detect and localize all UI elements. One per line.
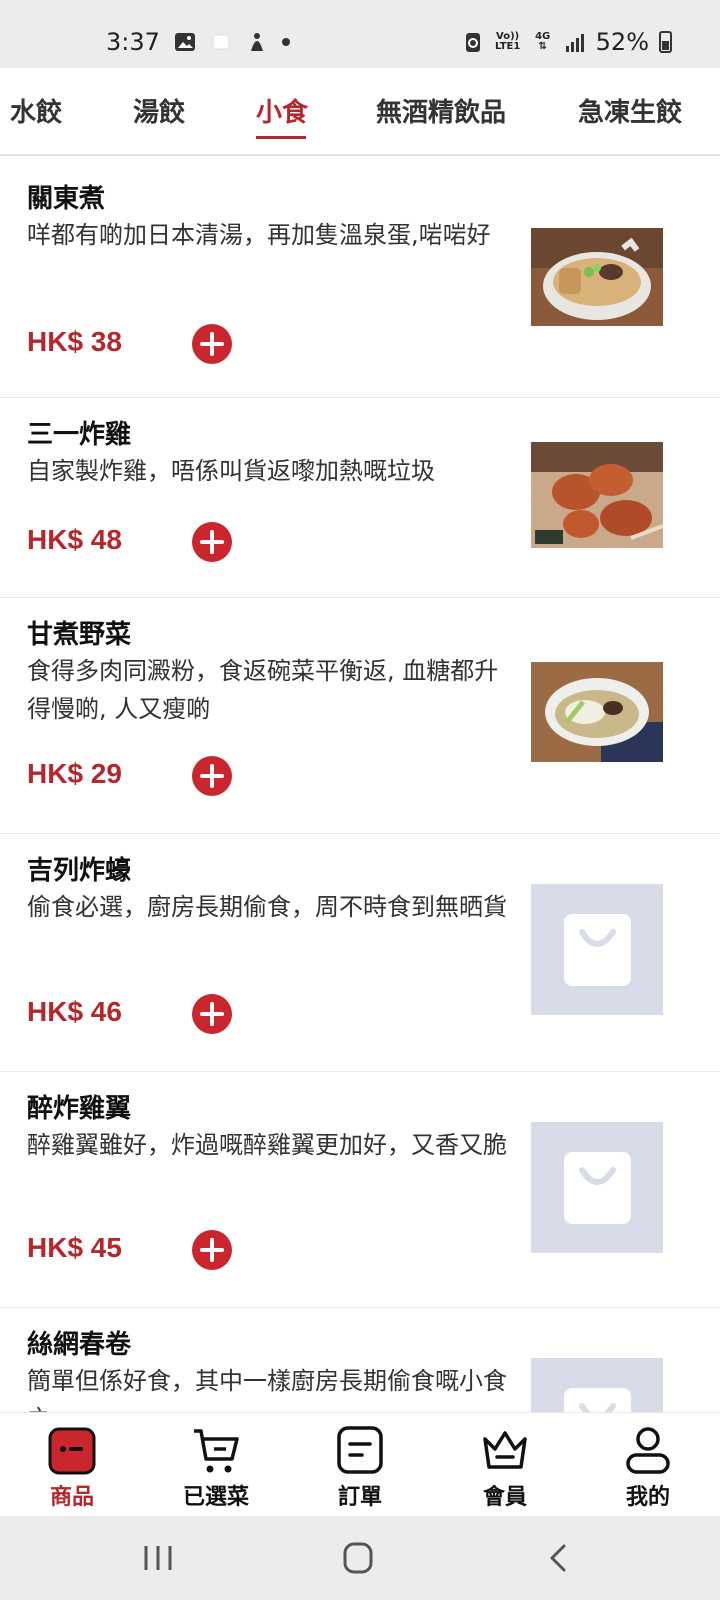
nav-membership[interactable]: 會員 (455, 1413, 555, 1517)
back-icon[interactable] (540, 1540, 580, 1576)
home-icon[interactable] (338, 1540, 378, 1576)
product-name: 絲網春卷 (27, 1330, 132, 1360)
nav-label: 訂單 (337, 1485, 382, 1510)
nav-profile[interactable]: 我的 (598, 1413, 698, 1517)
product-name: 甘煮野菜 (27, 620, 132, 650)
nav-label: 已選菜 (182, 1485, 249, 1510)
product-item[interactable]: 關東煮 咩都有啲加日本清湯，再加隻溫泉蛋,啱啱好 HK$ 38 (0, 162, 720, 398)
tab-frozen-dumplings[interactable]: 急凍生餃 (578, 92, 682, 129)
cart-icon (194, 1429, 239, 1473)
signal-icon (565, 34, 584, 52)
product-image-placeholder (531, 884, 663, 1015)
shop-icon (48, 1427, 96, 1475)
product-price: HK$ 29 (27, 758, 122, 789)
nav-products[interactable]: 商品 (22, 1413, 122, 1517)
category-tabs: 水餃 湯餃 小食 無酒精飲品 急凍生餃 (0, 68, 720, 156)
more-notifications-dot (281, 38, 290, 46)
active-tab-indicator (256, 136, 306, 139)
system-navigation-bar (0, 1516, 720, 1600)
add-to-cart-button[interactable] (192, 1230, 232, 1270)
bottom-navigation: 商品 已選菜 訂單 會員 我的 (0, 1412, 720, 1516)
placeholder-bag-icon (564, 1388, 631, 1412)
crown-icon (483, 1431, 527, 1469)
product-description: 自家製炸雞，唔係叫貨返嚟加熱嘅垃圾 (27, 457, 435, 485)
profile-icon (626, 1427, 670, 1474)
add-to-cart-button[interactable] (192, 324, 232, 364)
oden-photo (531, 228, 663, 326)
product-name: 三一炸雞 (27, 420, 132, 450)
product-image-placeholder (531, 1358, 663, 1412)
nav-label: 商品 (49, 1485, 94, 1510)
braised-vegetables-photo (531, 662, 663, 762)
product-description: 食得多肉同澱粉，食返碗菜平衡返, 血糖都升得慢啲, 人又瘦啲 (27, 657, 499, 723)
nav-label: 我的 (625, 1485, 670, 1510)
product-name: 吉列炸蠔 (27, 856, 132, 886)
lte-label: LTE1 (494, 41, 521, 52)
product-item[interactable]: 絲網春卷 簡單但係好食，其中一樣廚房長期偷食嘅小食之一 (0, 1308, 720, 1412)
accessibility-icon (250, 33, 263, 51)
product-price: HK$ 48 (27, 524, 122, 555)
order-icon (337, 1426, 383, 1474)
status-time: 3:37 (106, 28, 160, 56)
network-type: 4G ⇅ (532, 32, 554, 52)
product-name: 關東煮 (27, 184, 106, 214)
tab-water-dumplings[interactable]: 水餃 (10, 92, 62, 129)
product-item[interactable]: 吉列炸蠔 偷食必選，廚房長期偷食，周不時食到無晒貨 HK$ 46 (0, 834, 720, 1072)
add-to-cart-button[interactable] (192, 522, 232, 562)
tab-snacks[interactable]: 小食 (256, 92, 308, 129)
product-price: HK$ 46 (27, 996, 122, 1027)
product-name: 醉炸雞翼 (27, 1094, 132, 1124)
battery-percent: 52% (595, 28, 649, 56)
nav-label: 會員 (482, 1485, 527, 1510)
product-description: 偷食必選，廚房長期偷食，周不時食到無晒貨 (27, 893, 507, 921)
status-bar: 3:37 Vo)) LTE1 4G ⇅ 52% (0, 0, 720, 68)
tab-non-alcoholic-drinks[interactable]: 無酒精飲品 (376, 92, 506, 129)
product-price: HK$ 45 (27, 1232, 122, 1263)
data-arrows-icon: ⇅ (538, 41, 547, 52)
product-item[interactable]: 醉炸雞翼 醉雞翼雖好，炸過嘅醉雞翼更加好，又香又脆 HK$ 45 (0, 1072, 720, 1308)
recent-apps-icon[interactable] (138, 1540, 178, 1576)
product-image-placeholder (531, 1122, 663, 1253)
product-item[interactable]: 甘煮野菜 食得多肉同澱粉，食返碗菜平衡返, 血糖都升得慢啲, 人又瘦啲 HK$ … (0, 598, 720, 834)
product-item[interactable]: 三一炸雞 自家製炸雞，唔係叫貨返嚟加熱嘅垃圾 HK$ 48 (0, 398, 720, 598)
product-description: 醉雞翼雖好，炸過嘅醉雞翼更加好，又香又脆 (27, 1131, 507, 1159)
notification-app-icon (212, 34, 230, 50)
product-description: 咩都有啲加日本清湯，再加隻溫泉蛋,啱啱好 (27, 221, 491, 249)
tab-soup-dumplings[interactable]: 湯餃 (133, 92, 185, 129)
placeholder-bag-icon (564, 914, 631, 986)
gallery-icon (174, 33, 195, 51)
product-price: HK$ 38 (27, 326, 122, 357)
add-to-cart-button[interactable] (192, 756, 232, 796)
nav-orders[interactable]: 訂單 (310, 1413, 410, 1517)
product-list[interactable]: 關東煮 咩都有啲加日本清湯，再加隻溫泉蛋,啱啱好 HK$ 38 三一炸雞 自家製… (0, 162, 720, 1412)
data-saver-icon (465, 33, 480, 52)
placeholder-bag-icon (564, 1152, 631, 1224)
add-to-cart-button[interactable] (192, 994, 232, 1034)
volte-indicator: Vo)) LTE1 (494, 32, 522, 52)
nav-selected-dishes[interactable]: 已選菜 (166, 1413, 266, 1517)
battery-icon (659, 31, 672, 53)
fried-chicken-photo (531, 442, 663, 548)
product-description: 簡單但係好食，其中一樣廚房長期偷食嘅小食之一 (27, 1367, 507, 1412)
